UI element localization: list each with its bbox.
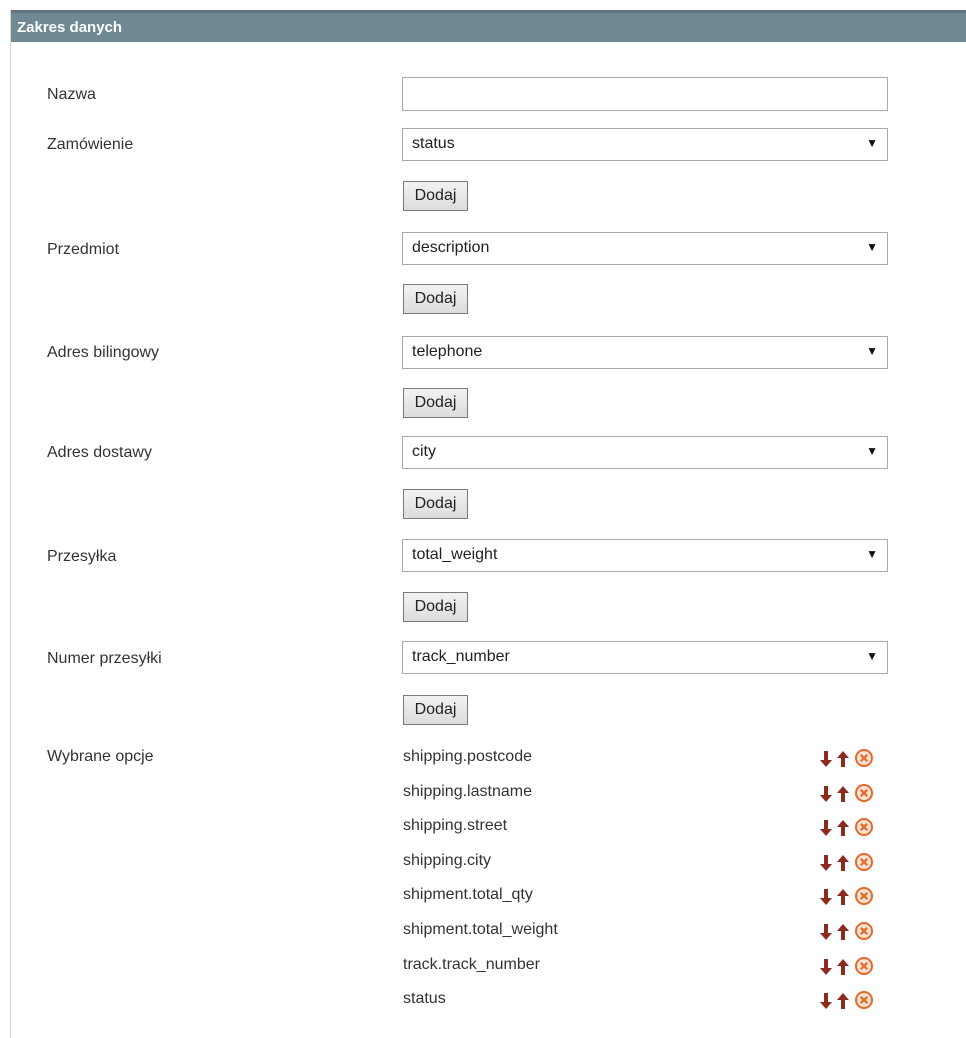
shipping-add-button[interactable]: Dodaj <box>403 489 468 519</box>
name-label: Nazwa <box>47 86 96 103</box>
arrow-down-icon[interactable] <box>820 888 832 906</box>
arrow-up-icon[interactable] <box>837 750 849 768</box>
selected-option-row: track.track_number <box>402 953 902 981</box>
item-label: Przedmiot <box>47 241 120 258</box>
tracking-add-button[interactable]: Dodaj <box>403 695 468 725</box>
selected-option-row: shipping.street <box>402 814 902 842</box>
name-input[interactable] <box>402 77 888 111</box>
order-add-button[interactable]: Dodaj <box>403 181 468 211</box>
billing-select-value: telephone <box>412 343 483 360</box>
remove-circle-icon[interactable] <box>855 853 873 871</box>
dropdown-arrow-icon: ▼ <box>866 649 878 663</box>
selected-option-label: status <box>403 990 446 1007</box>
dropdown-arrow-icon: ▼ <box>866 444 878 458</box>
dropdown-arrow-icon: ▼ <box>866 136 878 150</box>
arrow-down-icon[interactable] <box>820 992 832 1010</box>
selected-option-label: shipment.total_weight <box>403 921 558 938</box>
selected-options-label: Wybrane opcje <box>47 748 154 765</box>
option-actions <box>820 921 890 943</box>
option-actions <box>820 783 890 805</box>
panel-header: Zakres danych <box>11 10 966 42</box>
tracking-label: Numer przesyłki <box>47 650 162 667</box>
selected-option-label: shipping.postcode <box>403 748 532 765</box>
option-actions <box>820 886 890 908</box>
selected-option-label: shipping.street <box>403 817 508 834</box>
remove-circle-icon[interactable] <box>855 887 873 905</box>
option-actions <box>820 852 890 874</box>
selected-option-row: shipping.city <box>402 849 902 877</box>
arrow-down-icon[interactable] <box>820 785 832 803</box>
remove-circle-icon[interactable] <box>855 818 873 836</box>
arrow-down-icon[interactable] <box>820 923 832 941</box>
arrow-up-icon[interactable] <box>837 854 849 872</box>
selected-option-label: shipping.city <box>403 852 492 869</box>
arrow-up-icon[interactable] <box>837 888 849 906</box>
shipping-label: Adres dostawy <box>47 444 152 461</box>
selected-option-label: shipping.lastname <box>403 783 532 800</box>
item-select[interactable]: description ▼ <box>402 232 888 265</box>
arrow-up-icon[interactable] <box>837 819 849 837</box>
billing-add-button[interactable]: Dodaj <box>403 388 468 418</box>
option-actions <box>820 817 890 839</box>
tracking-select-value: track_number <box>412 648 510 665</box>
arrow-up-icon[interactable] <box>837 958 849 976</box>
dropdown-arrow-icon: ▼ <box>866 344 878 358</box>
remove-circle-icon[interactable] <box>855 957 873 975</box>
shipment-select-value: total_weight <box>412 546 498 563</box>
billing-label: Adres bilingowy <box>47 344 160 361</box>
billing-select[interactable]: telephone ▼ <box>402 336 888 369</box>
arrow-down-icon[interactable] <box>820 854 832 872</box>
shipment-add-button[interactable]: Dodaj <box>403 592 468 622</box>
remove-circle-icon[interactable] <box>855 991 873 1009</box>
selected-option-row: shipping.postcode <box>402 745 902 773</box>
remove-circle-icon[interactable] <box>855 784 873 802</box>
item-select-value: description <box>412 239 490 256</box>
option-actions <box>820 956 890 978</box>
panel-title: Zakres danych <box>17 19 123 36</box>
shipping-select-value: city <box>412 443 436 460</box>
tracking-select[interactable]: track_number ▼ <box>402 641 888 674</box>
arrow-up-icon[interactable] <box>837 785 849 803</box>
dropdown-arrow-icon: ▼ <box>866 547 878 561</box>
arrow-down-icon[interactable] <box>820 819 832 837</box>
arrow-down-icon[interactable] <box>820 750 832 768</box>
selected-option-label: track.track_number <box>403 956 540 973</box>
selected-option-row: shipping.lastname <box>402 780 902 808</box>
selected-option-row: shipment.total_qty <box>402 883 902 911</box>
arrow-up-icon[interactable] <box>837 923 849 941</box>
option-actions <box>820 990 890 1012</box>
order-select-value: status <box>412 135 455 152</box>
option-actions <box>820 748 890 770</box>
item-add-button[interactable]: Dodaj <box>403 284 468 314</box>
shipment-select[interactable]: total_weight ▼ <box>402 539 888 572</box>
order-select[interactable]: status ▼ <box>402 128 888 161</box>
shipment-label: Przesyłka <box>47 548 117 565</box>
arrow-down-icon[interactable] <box>820 958 832 976</box>
dropdown-arrow-icon: ▼ <box>866 240 878 254</box>
selected-option-label: shipment.total_qty <box>403 886 533 903</box>
selected-option-row: status <box>402 987 902 1015</box>
shipping-select[interactable]: city ▼ <box>402 436 888 469</box>
order-label: Zamówienie <box>47 136 134 153</box>
remove-circle-icon[interactable] <box>855 922 873 940</box>
selected-option-row: shipment.total_weight <box>402 918 902 946</box>
arrow-up-icon[interactable] <box>837 992 849 1010</box>
data-range-panel: Zakres danych Nazwa Zamówienie status ▼ … <box>10 10 966 1038</box>
remove-circle-icon[interactable] <box>855 749 873 767</box>
